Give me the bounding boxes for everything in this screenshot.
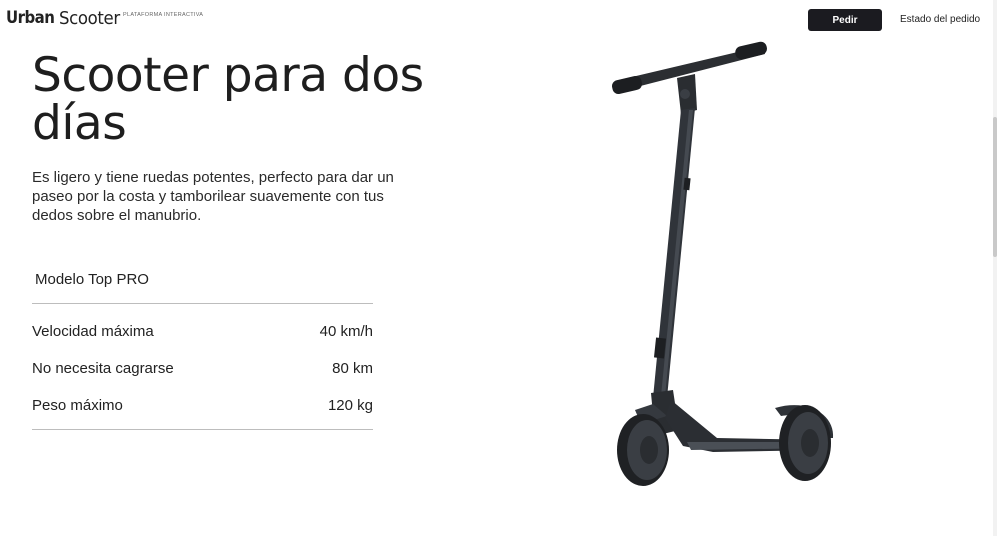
spec-value: 40 km/h <box>319 323 373 340</box>
brand-tagline: PLATAFORMA INTERACTIVA <box>123 12 204 18</box>
spec-row: Peso máximo 120 kg <box>32 397 373 414</box>
brand-logo[interactable]: Urban Scooter PLATAFORMA INTERACTIVA <box>6 8 203 29</box>
brand-name-bold: Urban <box>6 8 55 28</box>
spec-value: 120 kg <box>327 397 373 414</box>
spec-row: No necesita cagrarse 80 km <box>32 360 373 377</box>
order-status-link[interactable]: Estado del pedido <box>900 14 980 25</box>
page-scrollbar[interactable] <box>993 0 997 536</box>
electric-scooter-image <box>612 41 834 486</box>
divider-top <box>32 303 373 304</box>
spec-label: No necesita cagrarse <box>32 360 174 377</box>
spec-label: Velocidad máxima <box>32 323 154 340</box>
scrollbar-thumb[interactable] <box>993 117 997 257</box>
product-description: Es ligero y tiene ruedas potentes, perfe… <box>32 169 394 224</box>
order-button[interactable]: Pedir <box>808 9 882 31</box>
model-name: Modelo Top PRO <box>35 271 149 288</box>
brand-name-light: Scooter <box>58 8 120 29</box>
divider-bottom <box>32 429 373 430</box>
spec-value: 80 km <box>332 360 373 377</box>
spec-row: Velocidad máxima 40 km/h <box>32 323 373 340</box>
spec-label: Peso máximo <box>32 397 123 414</box>
page-title: Scooter para dos días <box>32 48 424 151</box>
